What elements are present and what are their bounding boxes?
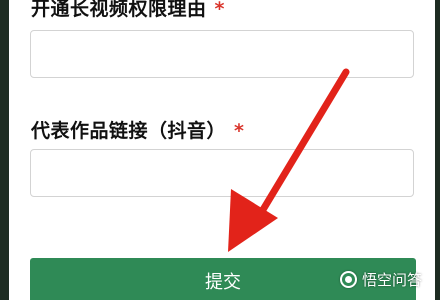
- reason-field-label: 开通长视频权限理由 *: [31, 0, 225, 21]
- works-link-field-label: 代表作品链接（抖音） *: [31, 116, 244, 143]
- required-asterisk: *: [214, 0, 225, 20]
- reason-input[interactable]: [30, 30, 414, 78]
- works-link-input[interactable]: [30, 149, 414, 197]
- wukong-logo-icon: [339, 271, 357, 288]
- watermark: 悟空问答: [339, 269, 422, 290]
- works-link-label-text: 代表作品链接（抖音）: [31, 120, 227, 142]
- required-asterisk: *: [234, 120, 245, 142]
- watermark-text: 悟空问答: [361, 271, 422, 289]
- form-panel: 开通长视频权限理由 * 代表作品链接（抖音） * 提交: [9, 0, 435, 300]
- reason-label-text: 开通长视频权限理由: [31, 0, 207, 20]
